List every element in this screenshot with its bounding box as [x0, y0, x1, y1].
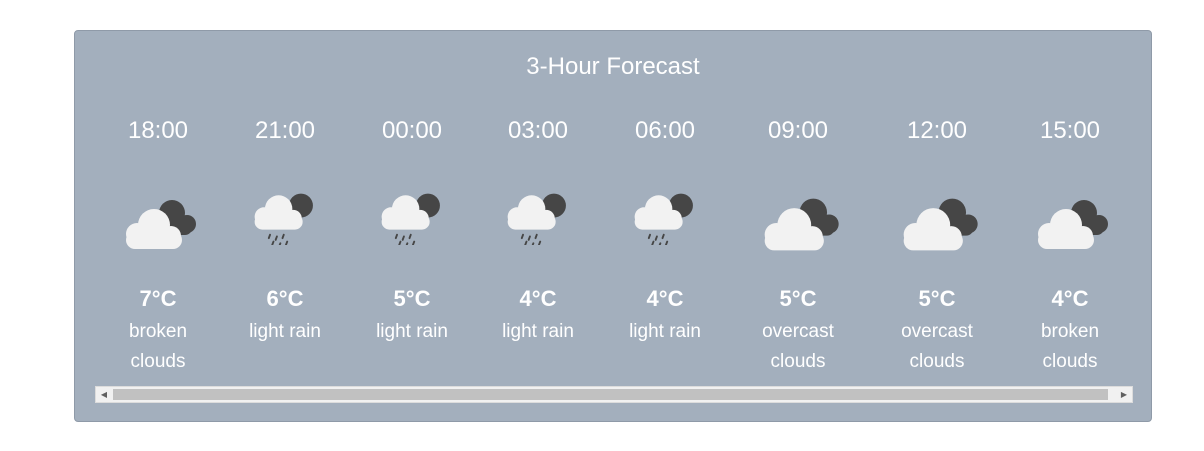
forecast-temperature: 7°C — [139, 286, 177, 311]
broken-clouds-icon — [118, 189, 198, 264]
forecast-time: 06:00 — [634, 117, 696, 144]
forecast-temperature: 5°C — [918, 286, 956, 311]
forecast-description: light rain — [629, 321, 701, 342]
forecast-temperature: 4°C — [646, 286, 684, 311]
forecast-time: 21:00 — [254, 117, 316, 144]
light-rain-icon — [631, 185, 700, 250]
overcast-clouds-icon — [756, 187, 841, 266]
forecast-description: overcast clouds — [762, 321, 834, 372]
forecast-temperature: 6°C — [266, 286, 304, 311]
scroll-right-arrow-icon[interactable]: ▶ — [1116, 387, 1132, 402]
forecast-item: 15:00 4°C broken clouds — [1020, 31, 1120, 386]
forecast-time: 00:00 — [381, 117, 443, 144]
forecast-time: 15:00 — [1039, 117, 1101, 144]
forecast-item: 09:00 5°C overcast clouds — [743, 31, 853, 386]
forecast-description: light rain — [249, 321, 321, 342]
light-rain-icon — [251, 185, 320, 250]
forecast-item: 18:00 7°C broken clouds — [108, 31, 208, 386]
forecast-temperature: 5°C — [393, 286, 431, 311]
horizontal-scrollbar[interactable]: ◀ ▶ — [95, 386, 1133, 403]
forecast-time: 09:00 — [767, 117, 829, 144]
forecast-temperature: 4°C — [1051, 286, 1089, 311]
forecast-temperature: 4°C — [519, 286, 557, 311]
forecast-temperature: 5°C — [779, 286, 817, 311]
forecast-time: 12:00 — [906, 117, 968, 144]
forecast-panel: 3-Hour Forecast 18:00 7°C broken clouds 21:… — [74, 30, 1152, 422]
forecast-item: 00:00 5°C light rain — [362, 31, 462, 386]
forecast-item: 21:00 6°C light rain — [235, 31, 335, 386]
forecast-item: 06:00 4°C light rain — [615, 31, 715, 386]
scrollbar-thumb[interactable] — [113, 389, 1108, 400]
forecast-strip[interactable]: 18:00 7°C broken clouds 21:00 6°C light rain 0… — [95, 31, 1133, 386]
forecast-description: broken clouds — [1040, 321, 1100, 372]
forecast-description: broken clouds — [128, 321, 188, 372]
forecast-time: 18:00 — [127, 117, 189, 144]
forecast-time: 03:00 — [507, 117, 569, 144]
forecast-description: light rain — [376, 321, 448, 342]
forecast-item: 03:00 4°C light rain — [488, 31, 588, 386]
broken-clouds-icon — [1030, 189, 1110, 264]
overcast-clouds-icon — [895, 187, 980, 266]
forecast-item: 12:00 5°C overcast clouds — [882, 31, 992, 386]
scroll-left-arrow-icon[interactable]: ◀ — [96, 387, 112, 402]
forecast-description: light rain — [502, 321, 574, 342]
light-rain-icon — [504, 185, 573, 250]
light-rain-icon — [378, 185, 447, 250]
forecast-description: overcast clouds — [901, 321, 973, 372]
